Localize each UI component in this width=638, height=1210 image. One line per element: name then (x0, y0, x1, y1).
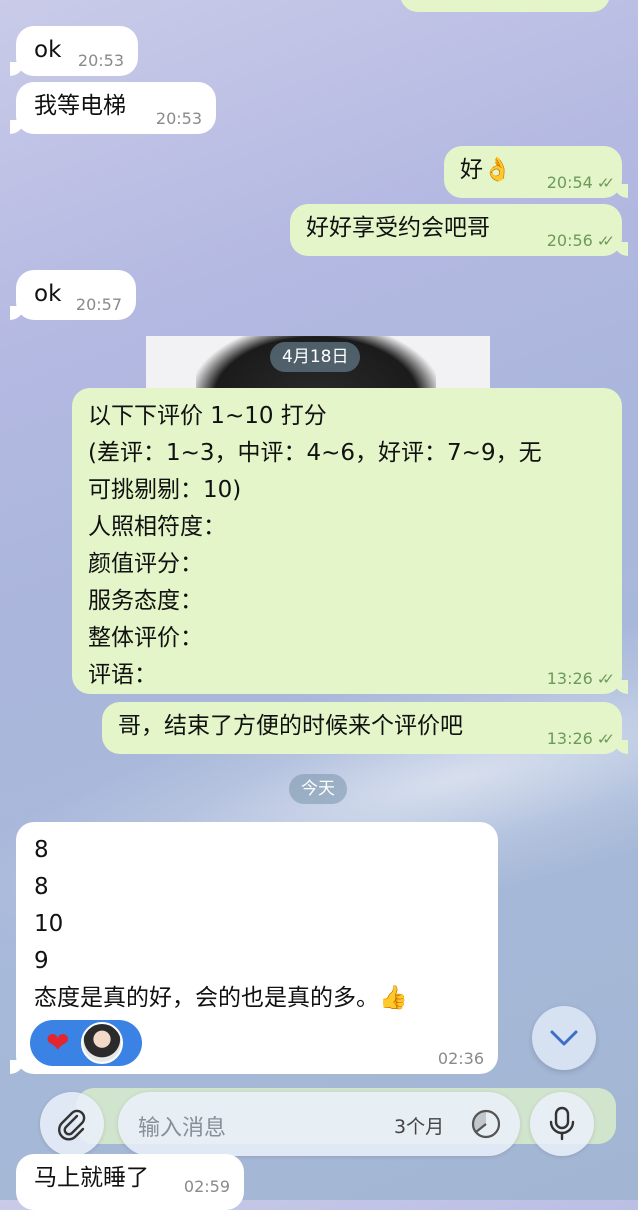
message-time: 02:36 (437, 1049, 484, 1068)
message-line: 10 (34, 911, 64, 937)
date-separator: 4月18日 (270, 342, 361, 372)
timer-icon[interactable] (470, 1108, 502, 1140)
microphone-icon (549, 1106, 575, 1141)
message-bubble[interactable]: 好👌 20:54 ✓✓ (444, 146, 628, 198)
message-bubble[interactable]: ok 20:53 (10, 26, 138, 76)
message-time-value: 20:56 (546, 231, 593, 250)
message-text: ok (34, 281, 62, 307)
message-line: 评语： (88, 662, 157, 688)
message-time-value: 20:54 (546, 173, 593, 192)
paperclip-icon (58, 1109, 86, 1141)
message-text: 哥，结束了方便的时候来个评价吧 (118, 713, 463, 739)
message-time: 20:56 ✓✓ (546, 231, 615, 251)
message-bubble[interactable]: 好好享受约会吧哥 20:56 ✓✓ (290, 204, 628, 256)
message-line: 服务态度： (88, 588, 203, 614)
message-time: 20:57 (75, 295, 122, 314)
message-bubble[interactable]: ok 20:57 (10, 270, 136, 320)
message-composer: 输入消息 3个月 (40, 1084, 612, 1164)
voice-record-button[interactable] (530, 1092, 594, 1156)
message-line: 9 (34, 948, 49, 974)
auto-delete-timer-label: 3个月 (394, 1116, 445, 1138)
message-bubble[interactable]: 哥，结束了方便的时候来个评价吧 13:26 ✓✓ (102, 702, 628, 754)
message-line: 整体评价： (88, 625, 203, 651)
message-text: ok (34, 37, 62, 63)
message-bubble[interactable]: 以下下评价 1~10 打分 (差评：1~3，中评：4~6，好评：7~9，无 可挑… (72, 388, 628, 694)
message-input[interactable]: 输入消息 3个月 (118, 1092, 520, 1156)
read-check-icon: ✓✓ (596, 232, 615, 250)
message-line: (差评：1~3，中评：4~6，好评：7~9，无 (88, 440, 542, 466)
message-time: 13:26 ✓✓ (546, 669, 615, 689)
message-bubble-partial[interactable] (400, 0, 610, 12)
message-bubble[interactable]: 我等电梯 20:53 (10, 82, 216, 134)
read-check-icon: ✓✓ (596, 670, 615, 688)
message-time: 20:53 (155, 109, 202, 128)
attach-button[interactable] (40, 1092, 104, 1156)
message-bubble[interactable]: 马上就睡了 02:59 (16, 1154, 244, 1210)
message-time-value: 13:26 (546, 669, 593, 688)
message-line: 8 (34, 874, 49, 900)
message-text: 好好享受约会吧哥 (306, 215, 490, 241)
message-line: 可挑剔剔：10) (88, 477, 242, 503)
message-text: 马上就睡了 (34, 1165, 149, 1191)
message-line: 8 (34, 837, 49, 863)
scroll-down-button[interactable] (532, 1006, 596, 1070)
chevron-down-icon (550, 1030, 578, 1046)
reactor-avatar (81, 1022, 124, 1064)
read-check-icon: ✓✓ (596, 174, 615, 192)
message-line: 颜值评分： (88, 551, 203, 577)
read-check-icon: ✓✓ (596, 730, 615, 748)
heart-reaction-icon: ❤ (46, 1026, 70, 1059)
message-text: 好👌 (460, 157, 512, 183)
message-time: 20:54 ✓✓ (546, 173, 615, 193)
message-text: 我等电梯 (34, 93, 126, 119)
date-separator: 今天 (289, 774, 347, 804)
message-line: 态度是真的好，会的也是真的多。👍 (34, 985, 408, 1011)
message-line: 人照相符度： (88, 514, 226, 540)
message-time: 20:53 (77, 51, 124, 70)
message-time: 02:59 (183, 1177, 230, 1196)
message-time: 13:26 ✓✓ (546, 729, 615, 749)
message-time-value: 13:26 (546, 729, 593, 748)
message-input-placeholder: 输入消息 (138, 1116, 227, 1141)
reaction-chip[interactable]: ❤ (30, 1020, 142, 1066)
message-line: 以下下评价 1~10 打分 (88, 403, 327, 429)
